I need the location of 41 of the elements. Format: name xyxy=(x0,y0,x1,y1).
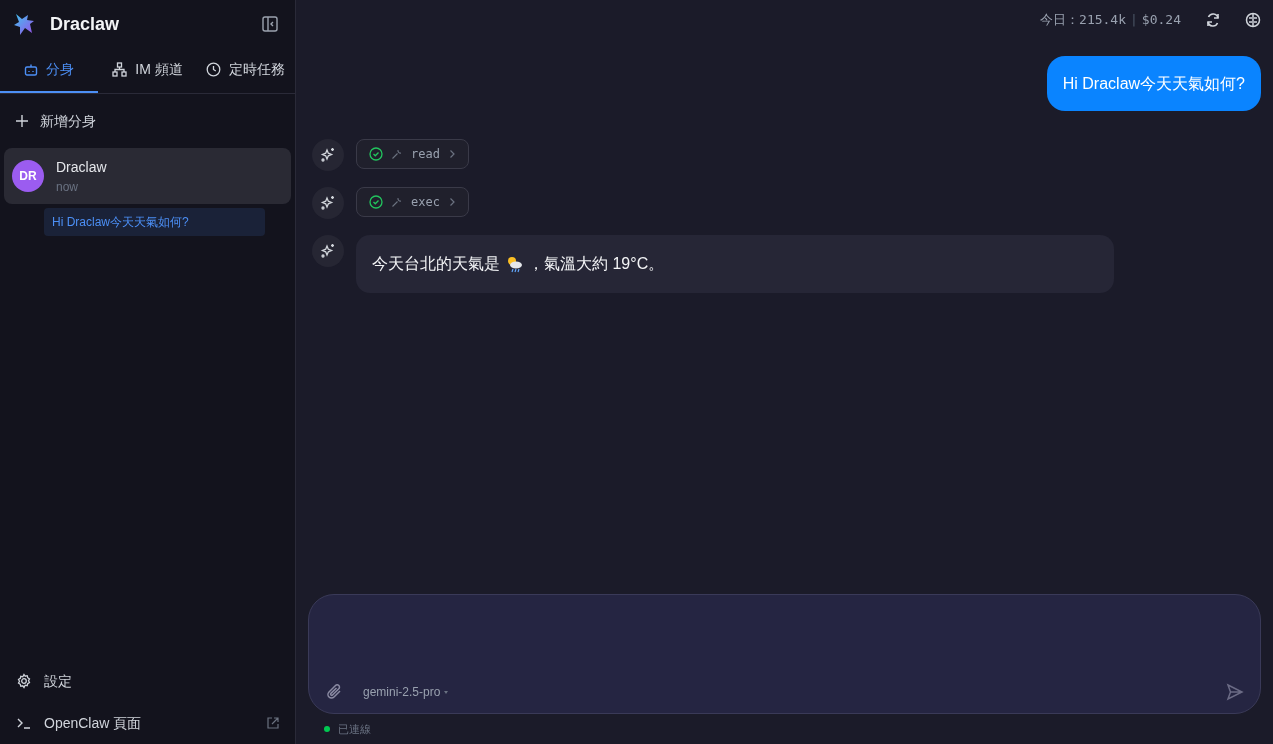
connection-status: 已連線 xyxy=(338,721,371,737)
sparkle-icon xyxy=(320,195,336,211)
paperclip-icon[interactable] xyxy=(325,683,343,701)
refresh-icon[interactable] xyxy=(1205,12,1221,28)
separator: | xyxy=(1130,11,1138,30)
message-input-field[interactable]: gemini-2.5-pro xyxy=(308,594,1261,714)
message-preview[interactable]: Hi Draclaw今天天氣如何? xyxy=(44,208,265,236)
wrench-icon xyxy=(391,148,403,160)
session-item[interactable]: DR Draclaw now xyxy=(4,148,291,204)
sidebar-tab[interactable]: 定時任務 xyxy=(196,48,295,93)
sidebar-link[interactable]: OpenClaw 頁面 xyxy=(0,702,295,744)
app-title: Draclaw xyxy=(50,12,120,36)
message-text: 今天台北的天氣是 xyxy=(372,254,500,274)
avatar: DR xyxy=(12,160,44,192)
tool-call-chip[interactable]: read xyxy=(356,139,469,169)
sidebar-tab[interactable]: 分身 xyxy=(0,48,99,93)
sidebar-tab[interactable]: IM 頻道 xyxy=(98,48,197,93)
settings-icon xyxy=(16,673,32,689)
plus-icon xyxy=(16,115,28,127)
message-text: ，氣溫大約 19°C。 xyxy=(528,254,665,274)
collapse-sidebar-icon[interactable] xyxy=(261,15,279,33)
usage-cost: $0.24 xyxy=(1141,11,1181,30)
robot-icon xyxy=(24,62,39,77)
usage-tokens: 今日：215.4k xyxy=(1040,11,1127,30)
tool-call-chip[interactable]: exec xyxy=(356,187,469,217)
clock-icon xyxy=(206,62,222,77)
session-name: Draclaw xyxy=(56,157,107,177)
user-message: Hi Draclaw今天天氣如何? xyxy=(1046,56,1261,111)
external-link-icon xyxy=(267,717,279,729)
chevron-right-icon xyxy=(447,149,456,159)
new-clone-button[interactable]: 新增分身 xyxy=(0,94,295,148)
caret-icon xyxy=(444,690,449,694)
model-selector[interactable]: gemini-2.5-pro xyxy=(363,683,449,701)
network-icon xyxy=(112,62,128,77)
sparkle-icon xyxy=(320,243,336,259)
chevron-right-icon xyxy=(447,197,456,207)
wrench-icon xyxy=(391,196,403,208)
sidebar-link[interactable]: 設定 xyxy=(0,660,295,702)
send-icon[interactable] xyxy=(1226,683,1244,701)
session-time: now xyxy=(56,178,79,196)
sparkle-icon xyxy=(320,147,336,163)
